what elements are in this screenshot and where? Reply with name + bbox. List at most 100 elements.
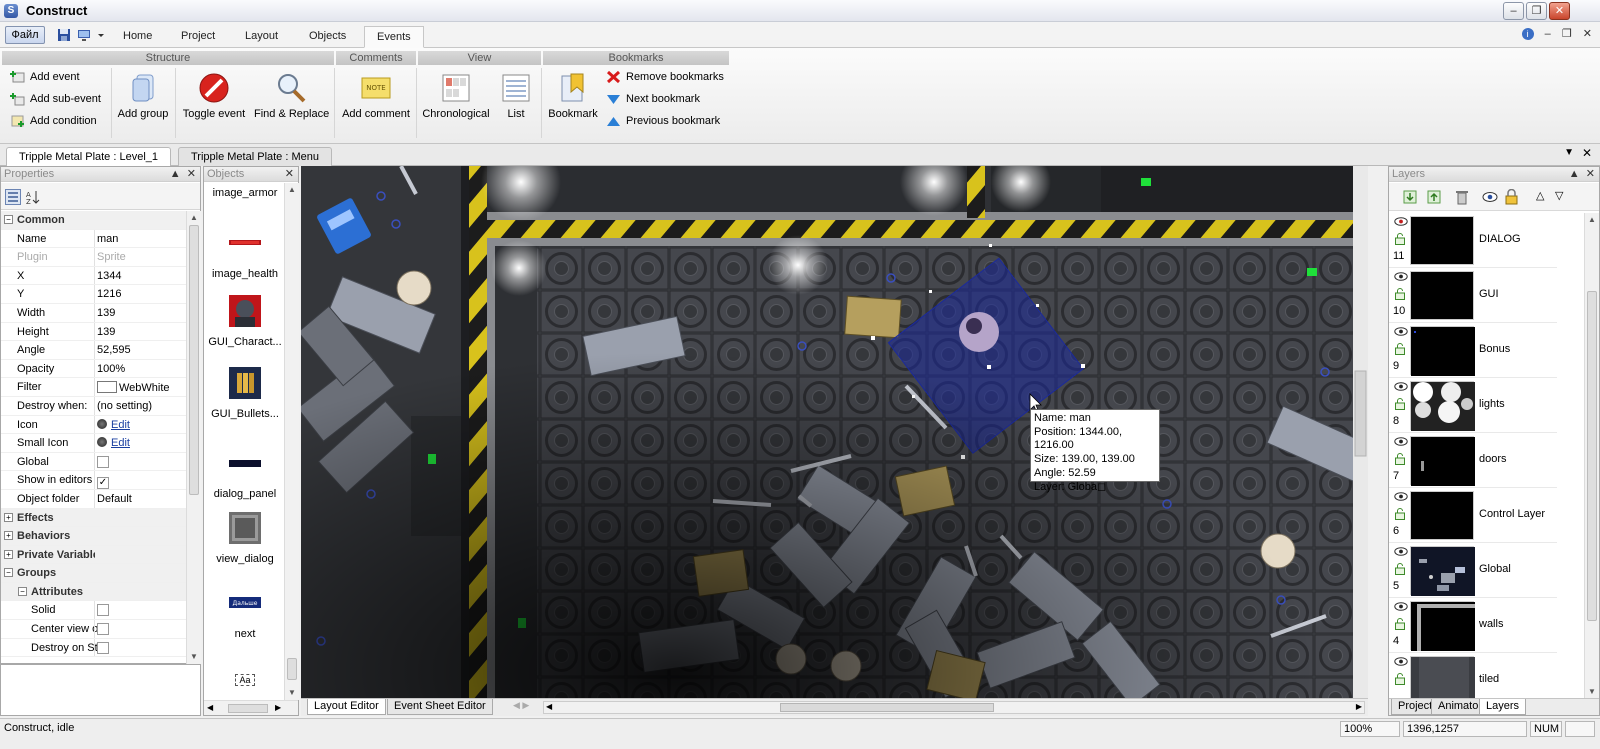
property-row-solid[interactable]: Solid <box>1 601 187 621</box>
property-value[interactable]: Sprite <box>97 251 126 263</box>
eye-icon[interactable] <box>1394 327 1408 336</box>
unlock-icon[interactable] <box>1394 288 1406 300</box>
property-value[interactable]: Default <box>97 493 132 505</box>
add-group-button[interactable]: Add group <box>116 70 170 132</box>
edit-link[interactable]: Edit <box>111 437 130 449</box>
remove-bookmarks-button[interactable]: Remove bookmarks <box>604 68 724 86</box>
add-layer-above-icon[interactable] <box>1427 190 1441 204</box>
object-item[interactable]: Дальше next <box>204 587 286 640</box>
maximize-button[interactable]: ❐ <box>1526 2 1547 20</box>
eye-icon[interactable] <box>1394 602 1408 611</box>
add-event-button[interactable]: Add event <box>8 68 80 86</box>
properties-close-icon[interactable]: ✕ <box>187 168 196 180</box>
expander-icon[interactable]: + <box>4 512 13 522</box>
minimize-button[interactable]: – <box>1503 2 1524 20</box>
property-row-width[interactable]: Width 139 <box>1 303 187 323</box>
tab-event-sheet-editor[interactable]: Event Sheet Editor <box>387 699 493 715</box>
previous-bookmark-button[interactable]: Previous bookmark <box>604 112 720 130</box>
unlock-icon[interactable] <box>1394 618 1406 630</box>
layer-row[interactable]: 8 lights <box>1389 378 1557 433</box>
property-value[interactable]: 139 <box>97 307 115 319</box>
expander-icon[interactable]: − <box>4 568 13 578</box>
chronological-view-button[interactable]: Chronological <box>421 70 491 132</box>
move-layer-down-icon[interactable]: ▽ <box>1555 189 1563 202</box>
add-sub-event-button[interactable]: Add sub-event <box>8 90 101 108</box>
property-value[interactable]: WebWhite <box>97 381 170 394</box>
property-category-attributes[interactable]: − Attributes <box>1 582 187 602</box>
property-value[interactable]: man <box>97 233 118 245</box>
object-item[interactable]: image_armor <box>204 187 286 199</box>
property-row-x[interactable]: X 1344 <box>1 266 187 286</box>
property-row-opacity[interactable]: Opacity 100% <box>1 359 187 379</box>
property-value[interactable] <box>97 455 109 469</box>
objects-scrollbar[interactable]: ▲ ▼ <box>284 183 299 700</box>
object-item[interactable]: GUI_Bullets... <box>204 367 286 420</box>
checkbox[interactable] <box>97 604 109 617</box>
mdi-close-icon[interactable]: ✕ <box>1583 28 1592 40</box>
toggle-event-button[interactable]: Toggle event <box>180 70 248 132</box>
eye-icon[interactable] <box>1394 382 1408 391</box>
property-row-small-icon[interactable]: Small Icon Edit <box>1 434 187 453</box>
checkbox[interactable]: ✓ <box>97 477 109 490</box>
tab-objects[interactable]: Objects <box>297 26 358 48</box>
unlock-icon[interactable] <box>1394 453 1406 465</box>
scroll-down-icon[interactable]: ▼ <box>189 652 199 662</box>
eye-icon[interactable] <box>1394 437 1408 446</box>
property-value[interactable]: Edit <box>97 418 130 431</box>
eye-icon[interactable] <box>1394 657 1408 666</box>
add-comment-button[interactable]: NOTE Add comment <box>340 70 412 132</box>
eye-icon[interactable] <box>1394 272 1408 281</box>
close-window-button[interactable]: ✕ <box>1549 2 1570 20</box>
next-bookmark-button[interactable]: Next bookmark <box>604 90 700 108</box>
property-value[interactable] <box>97 604 109 617</box>
property-value[interactable]: 139 <box>97 326 115 338</box>
layout-hscrollbar[interactable]: ◀ ▶ <box>543 701 1365 714</box>
unlock-icon[interactable] <box>1394 508 1406 520</box>
layout-canvas[interactable]: Name: man Position: 1344.00, 1216.00 Siz… <box>301 166 1368 698</box>
object-item[interactable]: image_health <box>204 227 286 280</box>
tab-project[interactable]: Project <box>169 26 227 48</box>
property-row-icon[interactable]: Icon Edit <box>1 415 187 435</box>
categorized-view-icon[interactable] <box>5 189 21 205</box>
layer-row[interactable]: tiled <box>1389 653 1557 699</box>
eye-icon[interactable] <box>1394 547 1408 556</box>
property-value[interactable]: 52,595 <box>97 344 131 356</box>
color-swatch[interactable] <box>97 381 117 394</box>
bookmark-button[interactable]: Bookmark <box>546 70 600 132</box>
unlock-icon[interactable] <box>1394 673 1406 685</box>
doc-tab-dropdown-icon[interactable]: ▼ <box>1564 147 1574 158</box>
property-value[interactable]: Edit <box>97 437 130 449</box>
object-item[interactable]: dialog_panel <box>204 447 286 500</box>
objects-hscrollbar[interactable]: ◀ ▶ <box>204 700 298 715</box>
layer-row[interactable]: 7 doors <box>1389 433 1557 488</box>
property-category-effects[interactable]: + Effects <box>1 508 187 528</box>
property-value[interactable] <box>97 623 109 636</box>
tab-scroll-arrows[interactable]: ◀ ▶ <box>513 700 529 711</box>
property-row-center-view-o[interactable]: Center view o <box>1 620 187 639</box>
property-value[interactable] <box>97 641 109 655</box>
layers-scrollbar[interactable]: ▲ ▼ <box>1584 213 1599 699</box>
property-value[interactable]: 100% <box>97 363 125 375</box>
property-row-destroy-on-st[interactable]: Destroy on St <box>1 638 187 658</box>
property-row-filter[interactable]: Filter WebWhite <box>1 378 187 397</box>
property-row-angle[interactable]: Angle 52,595 <box>1 341 187 360</box>
object-item[interactable]: Aa <box>204 674 286 686</box>
property-value[interactable]: 1344 <box>97 270 121 282</box>
expander-icon[interactable]: − <box>18 586 27 596</box>
property-row-object-folder[interactable]: Object folder Default <box>1 489 187 509</box>
layer-row[interactable]: 10 GUI <box>1389 268 1557 323</box>
mdi-restore-icon[interactable]: ❐ <box>1562 28 1572 40</box>
property-row-destroy-when[interactable]: Destroy when: (no setting) <box>1 396 187 416</box>
layer-row[interactable]: 6 Control Layer <box>1389 488 1557 543</box>
property-category-behaviors[interactable]: + Behaviors <box>1 527 187 546</box>
scroll-up-icon[interactable]: ▲ <box>287 185 297 195</box>
file-menu-button[interactable]: Файл <box>5 26 45 44</box>
toggle-visibility-icon[interactable] <box>1482 191 1498 203</box>
toggle-lock-icon[interactable] <box>1505 189 1518 205</box>
unlock-icon[interactable] <box>1394 563 1406 575</box>
scroll-up-icon[interactable]: ▲ <box>1587 215 1597 225</box>
layers-close-icon[interactable]: ✕ <box>1586 168 1595 180</box>
hidden-eye-icon[interactable] <box>1394 217 1408 226</box>
checkbox[interactable] <box>97 623 109 636</box>
object-item[interactable]: GUI_Charact... <box>204 295 286 348</box>
